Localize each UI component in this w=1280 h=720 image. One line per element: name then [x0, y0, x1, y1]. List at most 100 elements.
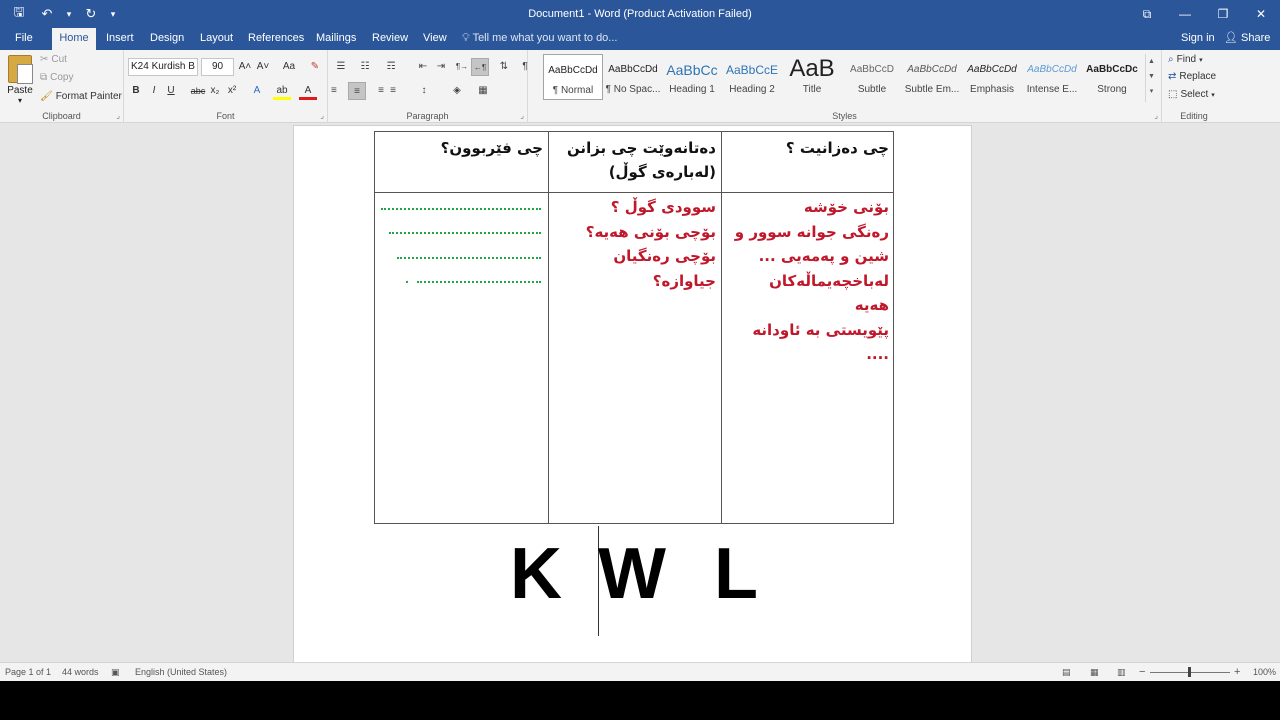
borders-icon[interactable]: ▦	[474, 82, 492, 100]
document-area: چی دەزانیت ؟ دەتانەوێت چی بزانن (لەبارەی…	[0, 123, 1280, 662]
style-strong[interactable]: AaBbCcDc Strong	[1082, 54, 1142, 100]
zoom-out-icon[interactable]: −	[1139, 663, 1145, 682]
tab-insert[interactable]: Insert	[100, 28, 140, 50]
print-layout-icon[interactable]: ▦	[1090, 663, 1099, 682]
clear-formatting-icon[interactable]: ✎	[306, 58, 324, 76]
font-size-box[interactable]: 90	[201, 58, 234, 76]
cut-button[interactable]: ✂ Cut	[40, 54, 67, 65]
style-emphasis[interactable]: AaBbCcDd Emphasis	[962, 54, 1022, 100]
sort-icon[interactable]: ⇅	[495, 58, 513, 76]
paste-button[interactable]: Paste ▾	[4, 52, 36, 105]
bold-icon[interactable]: B	[127, 82, 145, 100]
know-line: لەباخچەیماڵەکان	[769, 271, 889, 290]
tab-file[interactable]: File	[9, 28, 39, 50]
style-subtitle[interactable]: AaBbCcD Subtle	[842, 54, 902, 100]
letter-k[interactable]: K	[510, 534, 562, 614]
word-count[interactable]: 44 words	[62, 663, 99, 682]
shading-icon[interactable]: ◈	[448, 82, 466, 100]
chevron-down-icon: ▾	[1199, 56, 1203, 64]
share-button[interactable]: 👤︎ Share	[1224, 28, 1270, 50]
decrease-indent-icon[interactable]: ⇤	[414, 58, 432, 76]
highlight-icon[interactable]: ab	[273, 82, 291, 100]
zoom-level[interactable]: 100%	[1253, 663, 1276, 682]
proofing-icon[interactable]: ▣	[111, 663, 120, 682]
bullets-icon[interactable]: ☰	[332, 58, 350, 76]
tab-review[interactable]: Review	[366, 28, 414, 50]
styles-more-icon[interactable]: ▾	[1146, 84, 1157, 99]
style-subtle-emphasis[interactable]: AaBbCcDd Subtle Em...	[902, 54, 962, 100]
tab-layout[interactable]: Layout	[194, 28, 239, 50]
superscript-icon[interactable]: x²	[223, 82, 241, 100]
paragraph-launcher-icon[interactable]: ⌟	[520, 111, 524, 120]
style-no-spacing[interactable]: AaBbCcDd ¶ No Spac...	[603, 54, 663, 100]
styles-launcher-icon[interactable]: ⌟	[1154, 111, 1158, 120]
style-normal[interactable]: AaBbCcDd ¶ Normal	[543, 54, 603, 100]
align-center-icon[interactable]: ≡	[348, 82, 366, 100]
styles-scroll-up-icon[interactable]: ▲	[1146, 54, 1157, 69]
find-button[interactable]: ⌕ Find ▾	[1168, 54, 1203, 65]
tab-view[interactable]: View	[417, 28, 453, 50]
font-name-box[interactable]: K24 Kurdish B	[128, 58, 198, 76]
change-case-icon[interactable]: Aa	[277, 58, 301, 76]
style-title[interactable]: AaB Title	[782, 54, 842, 100]
close-icon[interactable]: ✕	[1242, 0, 1280, 28]
subscript-icon[interactable]: x₂	[206, 82, 224, 100]
align-right-icon[interactable]: ≡	[366, 82, 384, 100]
multilevel-list-icon[interactable]: ☶	[382, 58, 400, 76]
tab-design[interactable]: Design	[144, 28, 190, 50]
header-know[interactable]: چی دەزانیت ؟	[727, 136, 889, 160]
zoom-slider-thumb[interactable]	[1188, 667, 1191, 677]
want-to-know-content[interactable]: سوودی گوڵ ؟ بۆچی بۆنی هەیە؟ بۆچی رەنگیان…	[554, 195, 716, 293]
italic-icon[interactable]: I	[145, 82, 163, 100]
letter-l[interactable]: L	[714, 534, 758, 614]
letter-w[interactable]: W	[598, 534, 666, 614]
dotted-answer-line[interactable]	[397, 257, 541, 259]
style-heading-2[interactable]: AaBbCcE Heading 2	[722, 54, 782, 100]
tab-references[interactable]: References	[242, 28, 310, 50]
select-button[interactable]: ⬚ Select ▾	[1168, 89, 1215, 100]
ribbon-home: Paste ▾ ✂ Cut ⧉ Copy 🖌︎ Format Painter C…	[0, 50, 1280, 123]
font-launcher-icon[interactable]: ⌟	[320, 111, 324, 120]
header-learned[interactable]: چی فێربوون؟	[381, 136, 543, 160]
restore-icon[interactable]: ❐	[1204, 0, 1242, 28]
line-spacing-icon[interactable]: ↕	[415, 82, 433, 100]
know-content[interactable]: بۆنی خۆشە رەنگی جوانە سوور و شین و پەمەی…	[727, 195, 889, 367]
replace-button[interactable]: ⇄ Replace	[1168, 71, 1216, 82]
dotted-answer-line[interactable]	[381, 208, 541, 210]
minimize-icon[interactable]: —	[1166, 0, 1204, 28]
align-left-icon[interactable]: ≡	[331, 82, 349, 100]
copy-button[interactable]: ⧉ Copy	[40, 72, 74, 83]
increase-indent-icon[interactable]: ⇥	[432, 58, 450, 76]
document-page[interactable]: چی دەزانیت ؟ دەتانەوێت چی بزانن (لەبارەی…	[293, 125, 972, 662]
language-indicator[interactable]: English (United States)	[135, 663, 227, 682]
page-count[interactable]: Page 1 of 1	[5, 663, 51, 682]
text-effects-icon[interactable]: A	[248, 82, 266, 100]
left-to-right-icon[interactable]: ¶→	[453, 58, 471, 76]
styles-scroll-down-icon[interactable]: ▼	[1146, 69, 1157, 84]
tell-me-search[interactable]: 💡︎ Tell me what you want to do...	[462, 28, 617, 50]
underline-icon[interactable]: U	[162, 82, 180, 100]
clipboard-launcher-icon[interactable]: ⌟	[116, 111, 120, 120]
grow-font-icon[interactable]: A˄	[236, 58, 254, 76]
style-intense-emphasis[interactable]: AaBbCcDd Intense E...	[1022, 54, 1082, 100]
style-heading-1[interactable]: AaBbCc Heading 1	[662, 54, 722, 100]
zoom-in-icon[interactable]: +	[1234, 663, 1240, 682]
right-to-left-icon[interactable]: ←¶	[471, 58, 489, 76]
copy-label: Copy	[50, 72, 74, 83]
ribbon-display-options-icon[interactable]: ⧉	[1128, 0, 1166, 28]
justify-icon[interactable]: ≡	[384, 82, 402, 100]
person-icon: 👤︎	[1224, 32, 1238, 44]
web-layout-icon[interactable]: ▥	[1117, 663, 1126, 682]
strikethrough-icon[interactable]: abc	[189, 82, 207, 100]
tab-home[interactable]: Home	[52, 28, 96, 50]
dotted-answer-line[interactable]	[417, 281, 541, 283]
numbering-icon[interactable]: ☷	[356, 58, 374, 76]
font-color-icon[interactable]: A	[299, 82, 317, 100]
shrink-font-icon[interactable]: A˅	[254, 58, 272, 76]
sign-in-link[interactable]: Sign in	[1181, 28, 1215, 50]
dotted-answer-line[interactable]	[389, 232, 541, 234]
read-mode-icon[interactable]: ▤	[1062, 663, 1071, 682]
header-want-to-know[interactable]: دەتانەوێت چی بزانن (لەبارەی گوڵ)	[554, 136, 716, 184]
tab-mailings[interactable]: Mailings	[310, 28, 362, 50]
format-painter-button[interactable]: 🖌︎ Format Painter	[40, 91, 122, 102]
